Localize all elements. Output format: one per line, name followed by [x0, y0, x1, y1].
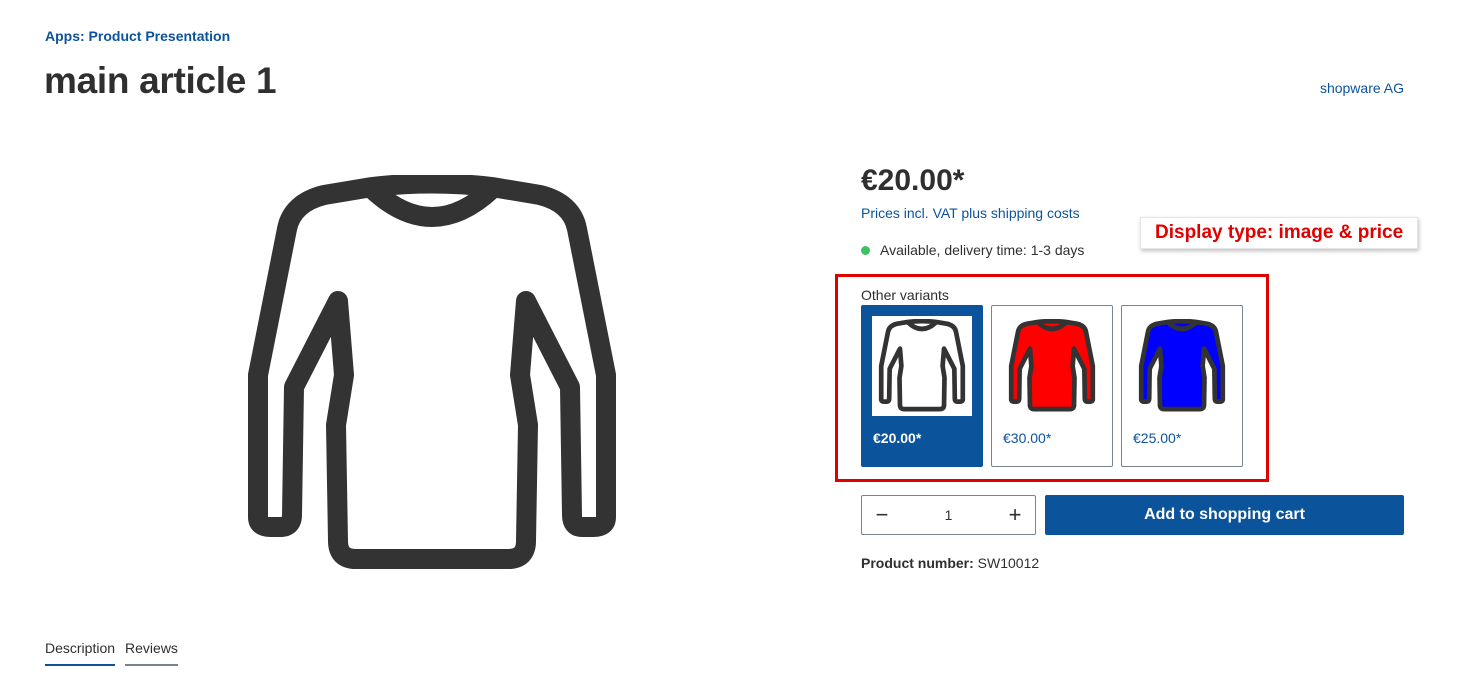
product-image[interactable]	[240, 173, 624, 575]
variant-thumbnail	[1132, 316, 1232, 416]
tax-shipping-link[interactable]: Prices incl. VAT plus shipping costs	[861, 205, 1080, 221]
availability-dot-icon	[861, 245, 870, 255]
display-type-annotation: Display type: image & price	[1140, 217, 1419, 249]
breadcrumb[interactable]: Apps: Product Presentation	[45, 28, 230, 44]
delivery-text: Available, delivery time: 1-3 days	[880, 242, 1085, 258]
product-number-value: SW10012	[977, 555, 1040, 571]
page-title: main article 1	[44, 60, 277, 101]
longsleeve-shirt-icon	[878, 319, 966, 412]
quantity-stepper: − +	[861, 495, 1036, 535]
tab-description[interactable]: Description	[45, 640, 116, 666]
delivery-info: Available, delivery time: 1-3 days	[861, 242, 1084, 258]
product-number: Product number: SW10012	[861, 555, 1039, 571]
variant-thumbnail	[1002, 316, 1102, 416]
quantity-increase-button[interactable]: +	[995, 496, 1035, 534]
product-price: €20.00*	[861, 164, 965, 197]
variant-option-red[interactable]: €30.00*	[991, 305, 1113, 467]
longsleeve-shirt-icon	[1138, 319, 1226, 412]
quantity-decrease-button[interactable]: −	[862, 496, 902, 534]
variant-price: €30.00*	[1003, 430, 1052, 446]
product-tabs: Description Reviews	[45, 640, 178, 666]
quantity-input[interactable]	[918, 507, 979, 523]
tab-reviews[interactable]: Reviews	[125, 640, 178, 666]
product-number-label: Product number:	[861, 555, 974, 571]
variant-thumbnail	[872, 316, 972, 416]
variant-option-blue[interactable]: €25.00*	[1121, 305, 1243, 467]
variant-price: €20.00*	[873, 430, 922, 446]
variants-label: Other variants	[861, 287, 949, 303]
longsleeve-shirt-icon	[248, 173, 616, 569]
variant-option-white[interactable]: €20.00*	[861, 305, 983, 467]
manufacturer-link[interactable]: shopware AG	[1320, 80, 1404, 96]
variant-price: €25.00*	[1133, 430, 1182, 446]
longsleeve-shirt-icon	[1008, 319, 1096, 412]
add-to-cart-button[interactable]: Add to shopping cart	[1045, 495, 1404, 535]
